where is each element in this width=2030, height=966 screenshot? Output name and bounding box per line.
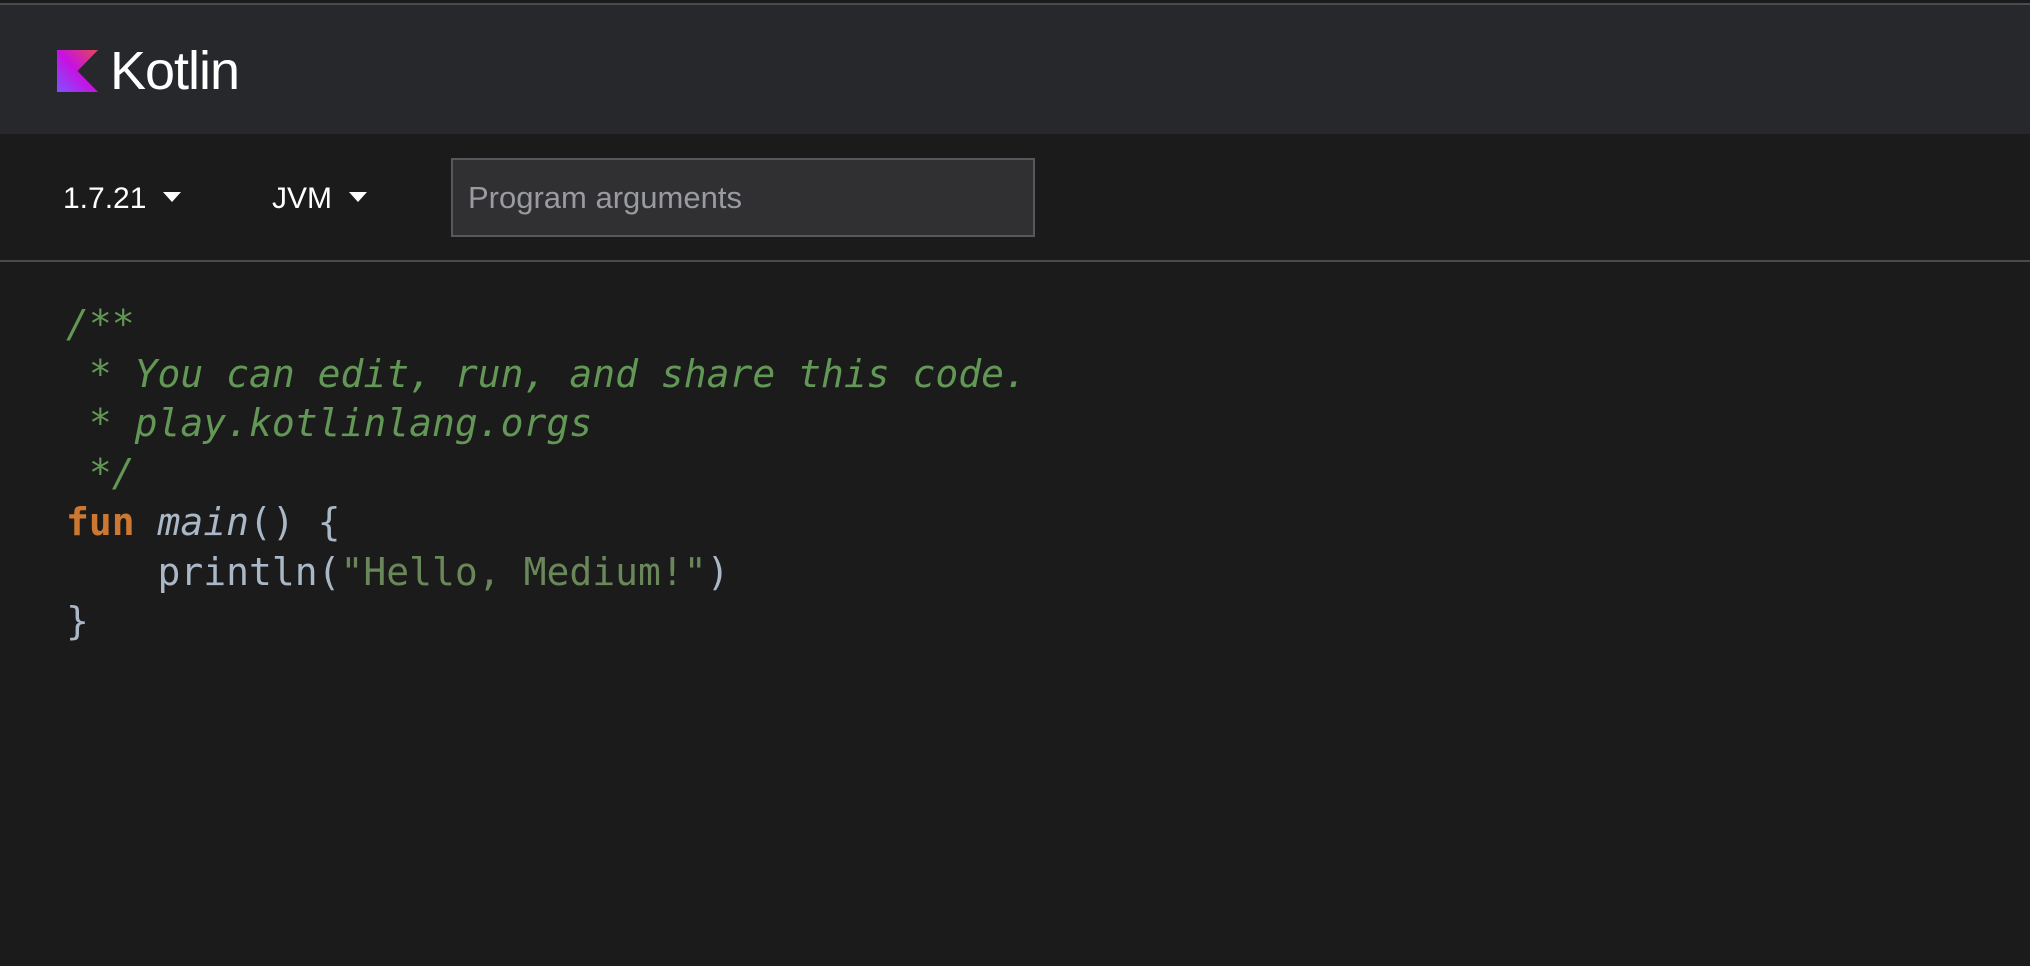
code-line[interactable]: } xyxy=(66,597,1027,647)
kotlin-logo-icon xyxy=(57,50,98,92)
kotlin-logo[interactable]: Kotlin xyxy=(57,41,240,101)
code-token-plain: ) xyxy=(706,549,730,594)
code-token-keyword: fun xyxy=(66,500,135,544)
code-line[interactable]: println("Hello, Medium!") xyxy=(66,548,1027,598)
chevron-down-icon xyxy=(163,192,182,202)
code-token-plain: println( xyxy=(66,549,341,594)
playground-toolbar: 1.7.21 JVM xyxy=(0,134,2030,262)
code-token-string: "Hello, Medium!" xyxy=(340,549,707,594)
code-line[interactable]: * You can edit, run, and share this code… xyxy=(66,350,1027,400)
chevron-down-icon xyxy=(349,192,367,202)
code-token-plain: } xyxy=(66,599,89,643)
kotlin-version-dropdown[interactable]: 1.7.21 xyxy=(63,179,182,219)
code-line[interactable]: */ xyxy=(66,449,1027,499)
program-arguments-input[interactable] xyxy=(451,158,1035,237)
site-header: Kotlin xyxy=(0,5,2030,134)
code-token-comment: * play.kotlinlang.orgs xyxy=(66,401,593,445)
code-line[interactable]: /** xyxy=(66,300,1027,350)
target-platform-dropdown[interactable]: JVM xyxy=(272,179,367,219)
logo-wordmark: Kotlin xyxy=(110,41,240,101)
kotlin-version-value: 1.7.21 xyxy=(63,182,147,215)
code-line[interactable]: fun main() { xyxy=(66,498,1027,548)
code-token-comment: * You can edit, run, and share this code… xyxy=(66,351,1027,396)
code-line[interactable]: * play.kotlinlang.orgs xyxy=(66,399,1027,449)
code-token-plain: () { xyxy=(249,500,341,544)
code-editor[interactable]: /** * You can edit, run, and share this … xyxy=(0,262,2030,966)
code-token-comment: */ xyxy=(66,450,135,495)
target-platform-value: JVM xyxy=(272,182,332,215)
code-token-fn: main xyxy=(157,500,250,544)
code-content[interactable]: /** * You can edit, run, and share this … xyxy=(66,300,1027,647)
code-token-comment: /** xyxy=(66,302,135,346)
